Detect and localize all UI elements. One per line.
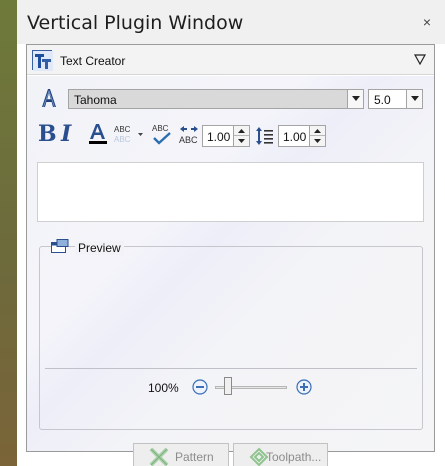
window-title: Vertical Plugin Window [27, 12, 244, 34]
preview-group: Preview 100% [39, 239, 423, 430]
character-spacing-value: 1.00 [207, 130, 231, 144]
pattern-button-label: Pattern [175, 450, 214, 464]
triangle-down-icon [413, 54, 427, 66]
character-spacing-down-button[interactable] [234, 136, 249, 146]
pattern-button[interactable]: Pattern [133, 443, 229, 466]
zoom-slider-thumb[interactable] [224, 377, 232, 395]
line-spacing-stepper[interactable]: 1.00 [278, 125, 326, 147]
arrow-up-icon [238, 129, 245, 133]
text-creator-icon [32, 50, 53, 71]
panel-header[interactable]: Text Creator [27, 45, 434, 75]
zoom-out-button[interactable] [192, 379, 208, 395]
zoom-in-icon [296, 379, 312, 395]
arrow-up-icon [314, 129, 321, 133]
text-creator-panel: Text Creator Tahoma 5.0 B I ABC ABC ABC … [26, 44, 435, 466]
panel-title: Text Creator [60, 54, 126, 68]
text-effects-button[interactable]: ABC ABC [113, 124, 145, 146]
font-size-dropdown-button[interactable] [406, 90, 422, 108]
font-family-select[interactable]: Tahoma [68, 89, 364, 109]
pattern-icon [149, 447, 169, 466]
zoom-level: 100% [148, 381, 179, 395]
background-desktop-strip [0, 0, 17, 466]
line-spacing-up-button[interactable] [310, 126, 325, 136]
svg-text:ABC: ABC [152, 124, 169, 133]
character-spacing-icon: ABC [178, 124, 200, 146]
character-spacing-stepper[interactable]: 1.00 [202, 125, 250, 147]
arrow-down-icon [314, 139, 321, 143]
line-spacing-value: 1.00 [283, 130, 307, 144]
zoom-in-button[interactable] [296, 379, 312, 395]
preview-label: Preview [75, 241, 124, 255]
spellcheck-button[interactable]: ABC [150, 123, 174, 147]
plugin-window: Vertical Plugin Window × Text Creator Ta… [17, 0, 445, 466]
arrow-down-icon [238, 139, 245, 143]
line-spacing-down-button[interactable] [310, 136, 325, 146]
text-color-button[interactable] [87, 122, 109, 146]
window-titlebar: Vertical Plugin Window × [17, 0, 445, 44]
text-input-area[interactable] [37, 162, 424, 222]
text-color-icon [89, 124, 107, 144]
svg-text:ABC: ABC [114, 135, 131, 144]
font-icon [39, 87, 59, 109]
character-spacing-up-button[interactable] [234, 126, 249, 136]
font-family-value: Tahoma [74, 93, 117, 107]
line-spacing-icon [256, 126, 274, 146]
text-creator-body: Tahoma 5.0 B I ABC ABC ABC ABC 1.00 1.00… [27, 76, 434, 466]
font-size-value: 5.0 [374, 93, 391, 107]
abc-effects-icon: ABC ABC [114, 125, 143, 144]
svg-text:ABC: ABC [114, 125, 131, 134]
spellcheck-icon: ABC [152, 124, 171, 145]
toolpath-button-label: Toolpath... [266, 450, 322, 464]
toolpath-button[interactable]: Toolpath... [233, 443, 328, 466]
svg-text:ABC: ABC [179, 135, 198, 145]
chevron-down-icon [411, 96, 419, 101]
preview-window-icon [51, 239, 69, 253]
close-button[interactable]: × [419, 14, 435, 30]
chevron-down-icon [352, 96, 360, 101]
stepper-arrows [309, 126, 325, 146]
bold-button[interactable]: B [38, 122, 57, 146]
font-family-dropdown-button[interactable] [347, 90, 363, 108]
italic-button[interactable]: I [61, 122, 79, 146]
collapse-panel-button[interactable] [413, 53, 427, 66]
zoom-out-icon [192, 379, 208, 395]
stepper-arrows [233, 126, 249, 146]
preview-divider [45, 368, 417, 369]
font-size-select[interactable]: 5.0 [368, 89, 423, 109]
